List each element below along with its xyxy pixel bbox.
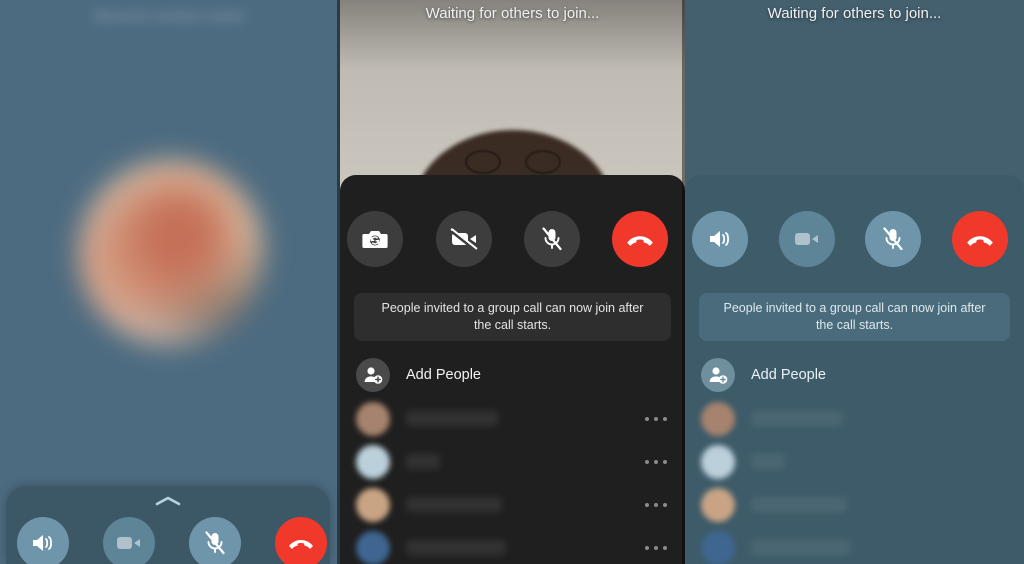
more-options-icon[interactable] bbox=[645, 459, 667, 464]
contact-name-blurred bbox=[751, 454, 785, 469]
end-call-button[interactable] bbox=[612, 211, 669, 267]
panel-center-call-screen: Waiting for others to join... People inv… bbox=[340, 0, 685, 564]
end-call-icon bbox=[967, 235, 993, 246]
avatar bbox=[701, 487, 735, 522]
contact-name-blurred bbox=[406, 497, 502, 512]
person-add-icon bbox=[701, 358, 735, 392]
add-people-label: Add People bbox=[406, 367, 481, 383]
bottom-sheet bbox=[6, 487, 330, 564]
call-status-text: Waiting for others to join... bbox=[767, 5, 942, 22]
more-options-icon[interactable] bbox=[645, 416, 667, 421]
panel-divider bbox=[682, 0, 685, 564]
video-camera-icon bbox=[795, 233, 819, 245]
video-camera-off-icon bbox=[450, 228, 478, 250]
avatar bbox=[701, 530, 735, 564]
info-banner-text: People invited to a group call can now j… bbox=[381, 301, 644, 332]
call-status-text: Waiting for others to join... bbox=[425, 5, 600, 22]
mic-button[interactable] bbox=[188, 517, 241, 564]
list-item[interactable] bbox=[701, 397, 1008, 440]
list-item[interactable] bbox=[701, 526, 1008, 564]
more-options-icon[interactable] bbox=[645, 545, 667, 550]
contact-name-blurred bbox=[406, 454, 440, 469]
info-banner: People invited to a group call can now j… bbox=[699, 293, 1010, 341]
avatar bbox=[356, 401, 390, 436]
microphone-muted-icon bbox=[205, 531, 225, 555]
add-people-button[interactable]: Add People bbox=[701, 358, 826, 392]
glasses-icon bbox=[464, 150, 561, 176]
call-controls bbox=[340, 211, 685, 267]
bottom-sheet: People invited to a group call can now j… bbox=[340, 175, 685, 564]
list-item[interactable] bbox=[356, 440, 669, 483]
avatar bbox=[356, 530, 390, 564]
panel-right-call-screen: Waiting for others to join... People inv… bbox=[685, 0, 1024, 564]
call-controls bbox=[6, 517, 330, 564]
end-call-icon bbox=[288, 540, 313, 549]
avatar bbox=[701, 401, 735, 436]
list-item[interactable] bbox=[356, 526, 669, 564]
mic-button[interactable] bbox=[524, 211, 581, 267]
add-people-label: Add People bbox=[751, 367, 826, 383]
contact-name-blurred bbox=[751, 497, 847, 512]
avatar bbox=[78, 160, 264, 346]
list-item[interactable] bbox=[356, 483, 669, 526]
mic-button[interactable] bbox=[865, 211, 922, 267]
list-item[interactable] bbox=[701, 440, 1008, 483]
video-button[interactable] bbox=[103, 517, 156, 564]
end-call-icon bbox=[627, 235, 653, 246]
list-item[interactable] bbox=[701, 483, 1008, 526]
flip-camera-button[interactable] bbox=[347, 211, 404, 267]
panel-divider bbox=[337, 0, 340, 564]
video-camera-icon bbox=[117, 537, 141, 549]
avatar bbox=[356, 487, 390, 522]
add-people-button[interactable]: Add People bbox=[356, 358, 481, 392]
chevron-up-icon[interactable] bbox=[6, 495, 330, 509]
contact-name-blurred bbox=[406, 411, 498, 426]
call-controls bbox=[685, 211, 1024, 267]
video-button[interactable] bbox=[779, 211, 836, 267]
avatar bbox=[356, 444, 390, 479]
speaker-icon bbox=[33, 535, 53, 551]
bottom-sheet: People invited to a group call can now j… bbox=[685, 175, 1024, 564]
speaker-button[interactable] bbox=[691, 211, 748, 267]
end-call-button[interactable] bbox=[274, 517, 327, 564]
info-banner-text: People invited to a group call can now j… bbox=[723, 301, 986, 332]
contact-name-blurred bbox=[751, 540, 851, 555]
more-options-icon[interactable] bbox=[645, 502, 667, 507]
microphone-muted-icon bbox=[542, 227, 562, 251]
contact-name-blurred: Blurred contact name bbox=[94, 8, 246, 25]
contact-name-blurred bbox=[751, 411, 843, 426]
speaker-button[interactable] bbox=[17, 517, 70, 564]
avatar bbox=[701, 444, 735, 479]
contact-name-blurred bbox=[406, 540, 506, 555]
info-banner: People invited to a group call can now j… bbox=[354, 293, 671, 341]
person-add-icon bbox=[356, 358, 390, 392]
microphone-muted-icon bbox=[883, 227, 904, 251]
speaker-icon bbox=[709, 231, 729, 247]
video-button[interactable] bbox=[436, 211, 493, 267]
list-item[interactable] bbox=[356, 397, 669, 440]
contact-list bbox=[685, 397, 1024, 564]
end-call-button[interactable] bbox=[951, 211, 1008, 267]
screenshot-root: Blurred contact name Waiting for others … bbox=[0, 0, 1024, 564]
contact-list bbox=[340, 397, 685, 564]
camera-flip-icon bbox=[362, 230, 388, 248]
panel-left-call-screen: Blurred contact name bbox=[0, 0, 340, 564]
